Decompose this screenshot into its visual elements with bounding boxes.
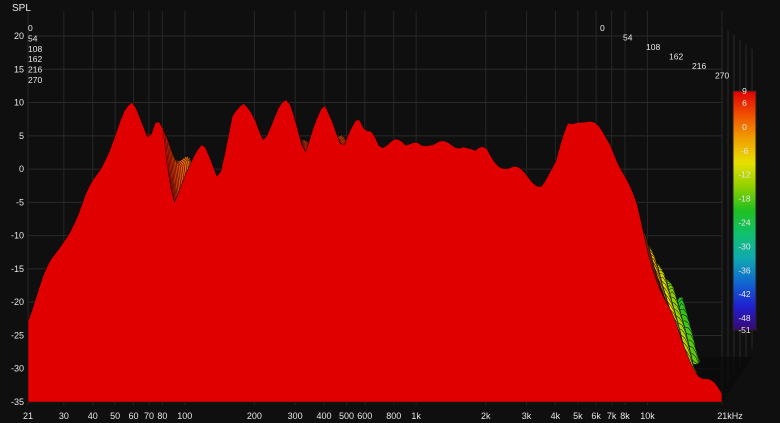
x-tick-label: 60 xyxy=(128,411,138,421)
x-tick-label: 800 xyxy=(386,411,401,421)
x-tick-label: 400 xyxy=(317,411,332,421)
y-tick-label: -30 xyxy=(11,364,24,374)
x-tick-label: 50 xyxy=(110,411,120,421)
depth-label-left: 216 xyxy=(28,65,42,75)
x-tick-label: 7k xyxy=(607,411,617,421)
colorbar-tick-label: 0 xyxy=(742,122,747,132)
colorbar-tick-label: -24 xyxy=(738,217,751,227)
x-tick-label: 300 xyxy=(288,411,303,421)
x-tick-label: 40 xyxy=(88,411,98,421)
x-tick-label: 200 xyxy=(247,411,262,421)
depth-label-right: 270 xyxy=(715,71,729,81)
y-axis-label: SPL xyxy=(12,3,31,14)
x-tick-label: 70 xyxy=(144,411,154,421)
colorbar-tick-label: 9 xyxy=(742,86,747,96)
depth-label-right: 108 xyxy=(646,42,660,52)
depth-label-left: 270 xyxy=(28,75,42,85)
y-tick-label: -15 xyxy=(11,264,24,274)
colorbar-tick-label: -51 xyxy=(738,325,751,335)
x-tick-label: 5k xyxy=(573,411,583,421)
y-tick-label: 0 xyxy=(19,164,24,174)
colorbar-tick-label: -42 xyxy=(738,289,751,299)
x-tick-label: 4k xyxy=(551,411,561,421)
y-tick-label: 5 xyxy=(19,131,24,141)
colorbar-tick-label: -36 xyxy=(738,265,751,275)
depth-label-right: 0 xyxy=(600,23,605,33)
x-tick-label: 6k xyxy=(591,411,601,421)
colorbar-tick-label: -18 xyxy=(738,194,751,204)
x-tick-label: 80 xyxy=(157,411,167,421)
y-tick-label: 10 xyxy=(14,98,24,108)
x-tick-label: 1k xyxy=(411,411,421,421)
colorbar-tick-label: -48 xyxy=(738,313,751,323)
x-tick-label: 600 xyxy=(357,411,372,421)
y-tick-label: -10 xyxy=(11,231,24,241)
x-tick-label: 21kHz xyxy=(717,411,743,421)
colorbar: 9 6 0 -6 -12 -18 -24 -30 -36 -42 -48 -51 xyxy=(732,86,757,335)
x-tick-label: 8k xyxy=(620,411,630,421)
waterfall-chart: 20151050-5-10-15-20-25-30-35 21 30 40 50 60 7… xyxy=(0,0,780,423)
y-tick-label: 20 xyxy=(14,31,24,41)
x-tick-label: 10k xyxy=(640,411,655,421)
colorbar-tick-label: -6 xyxy=(741,146,749,156)
colorbar-tick-label: -30 xyxy=(738,241,751,251)
depth-label-left: 0 xyxy=(28,23,33,33)
depth-label-left: 108 xyxy=(28,44,42,54)
depth-label-right: 216 xyxy=(692,61,706,71)
depth-label-right: 162 xyxy=(669,52,683,62)
x-tick-label: 500 xyxy=(339,411,354,421)
y-tick-label: -25 xyxy=(11,330,24,340)
x-tick-label: 21 xyxy=(23,411,33,421)
x-tick-label: 100 xyxy=(177,411,192,421)
x-tick-label: 30 xyxy=(59,411,69,421)
colorbar-tick-label: 6 xyxy=(742,98,747,108)
depth-label-right: 54 xyxy=(623,33,633,43)
depth-label-left: 54 xyxy=(28,33,38,43)
y-tick-label: -5 xyxy=(16,197,24,207)
y-tick-label: 15 xyxy=(14,64,24,74)
colorbar-tick-label: -12 xyxy=(738,170,751,180)
depth-label-left: 162 xyxy=(28,54,42,64)
y-tick-label: -20 xyxy=(11,297,24,307)
x-tick-label: 2k xyxy=(481,411,491,421)
x-tick-label: 3k xyxy=(522,411,532,421)
y-tick-label: -35 xyxy=(11,397,24,407)
